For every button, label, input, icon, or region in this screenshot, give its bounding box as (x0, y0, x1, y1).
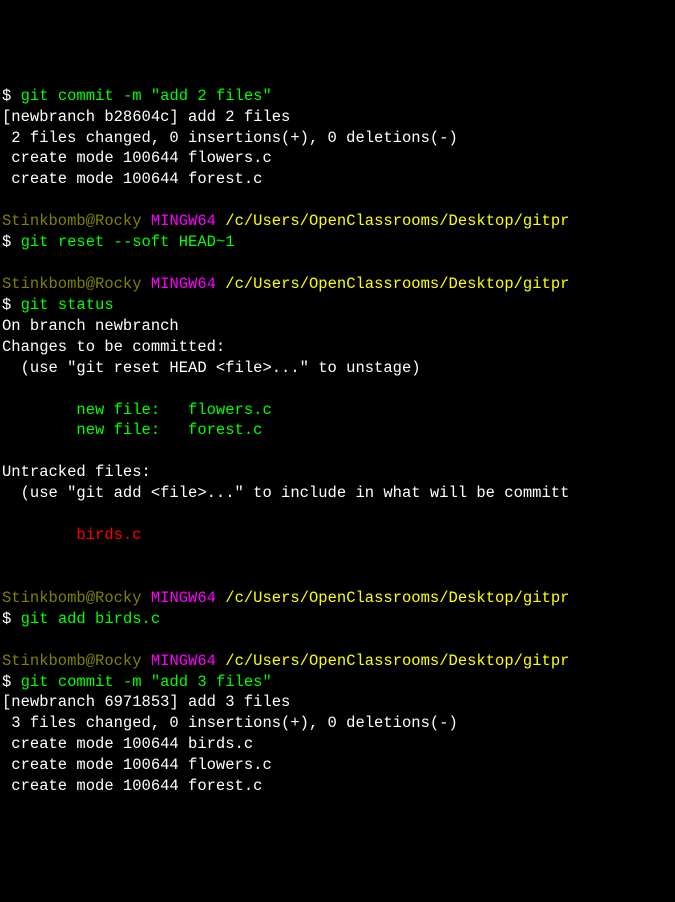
blank-line (2, 546, 673, 567)
blank-line (2, 504, 673, 525)
new-file-label: new file: (2, 401, 188, 419)
new-file-label: new file: (2, 421, 188, 439)
blank-line (2, 379, 673, 400)
command-text: git status (21, 296, 114, 314)
prompt-path: /c/Users/OpenClassrooms/Desktop/gitpr (225, 275, 569, 293)
output-line: create mode 100644 flowers.c (2, 148, 673, 169)
prompt-header: Stinkbomb@Rocky MINGW64 /c/Users/OpenCla… (2, 211, 673, 232)
prompt-line: $ git commit -m "add 2 files" (2, 86, 673, 107)
prompt-line: $ git add birds.c (2, 609, 673, 630)
prompt-line: $ git commit -m "add 3 files" (2, 672, 673, 693)
prompt-dollar: $ (2, 673, 11, 691)
prompt-dollar: $ (2, 233, 11, 251)
blank-line (2, 441, 673, 462)
output-line: 3 files changed, 0 insertions(+), 0 dele… (2, 713, 673, 734)
prompt-msystem: MINGW64 (151, 589, 216, 607)
command-text: git commit -m "add 3 files" (21, 673, 272, 691)
output-line: Untracked files: (2, 462, 673, 483)
prompt-header: Stinkbomb@Rocky MINGW64 /c/Users/OpenCla… (2, 274, 673, 295)
file-name: forest.c (188, 421, 262, 439)
prompt-path: /c/Users/OpenClassrooms/Desktop/gitpr (225, 212, 569, 230)
staged-file-line: new file: flowers.c (2, 400, 673, 421)
prompt-msystem: MINGW64 (151, 212, 216, 230)
prompt-line: $ git status (2, 295, 673, 316)
prompt-msystem: MINGW64 (151, 275, 216, 293)
prompt-header: Stinkbomb@Rocky MINGW64 /c/Users/OpenCla… (2, 588, 673, 609)
prompt-header: Stinkbomb@Rocky MINGW64 /c/Users/OpenCla… (2, 651, 673, 672)
prompt-userhost: Stinkbomb@Rocky (2, 589, 142, 607)
prompt-msystem: MINGW64 (151, 652, 216, 670)
blank-line (2, 253, 673, 274)
indent (2, 526, 76, 544)
output-line: create mode 100644 birds.c (2, 734, 673, 755)
blank-line (2, 567, 673, 588)
output-line: create mode 100644 flowers.c (2, 755, 673, 776)
output-line: On branch newbranch (2, 316, 673, 337)
command-text: git commit -m "add 2 files" (21, 87, 272, 105)
command-text: git add birds.c (21, 610, 161, 628)
blank-line (2, 630, 673, 651)
prompt-dollar: $ (2, 87, 11, 105)
prompt-dollar: $ (2, 296, 11, 314)
command-text: git reset --soft HEAD~1 (21, 233, 235, 251)
output-line: 2 files changed, 0 insertions(+), 0 dele… (2, 128, 673, 149)
output-line: [newbranch 6971853] add 3 files (2, 692, 673, 713)
prompt-path: /c/Users/OpenClassrooms/Desktop/gitpr (225, 589, 569, 607)
staged-file-line: new file: forest.c (2, 420, 673, 441)
prompt-userhost: Stinkbomb@Rocky (2, 652, 142, 670)
output-line: Changes to be committed: (2, 337, 673, 358)
prompt-userhost: Stinkbomb@Rocky (2, 275, 142, 293)
prompt-dollar: $ (2, 610, 11, 628)
untracked-file-line: birds.c (2, 525, 673, 546)
terminal[interactable]: $ git commit -m "add 2 files"[newbranch … (2, 86, 673, 797)
output-line: create mode 100644 forest.c (2, 169, 673, 190)
prompt-userhost: Stinkbomb@Rocky (2, 212, 142, 230)
output-line: (use "git add <file>..." to include in w… (2, 483, 673, 504)
output-line: create mode 100644 forest.c (2, 776, 673, 797)
blank-line (2, 190, 673, 211)
prompt-path: /c/Users/OpenClassrooms/Desktop/gitpr (225, 652, 569, 670)
output-line: (use "git reset HEAD <file>..." to unsta… (2, 358, 673, 379)
output-line: [newbranch b28604c] add 2 files (2, 107, 673, 128)
file-name: birds.c (76, 526, 141, 544)
prompt-line: $ git reset --soft HEAD~1 (2, 232, 673, 253)
file-name: flowers.c (188, 401, 272, 419)
